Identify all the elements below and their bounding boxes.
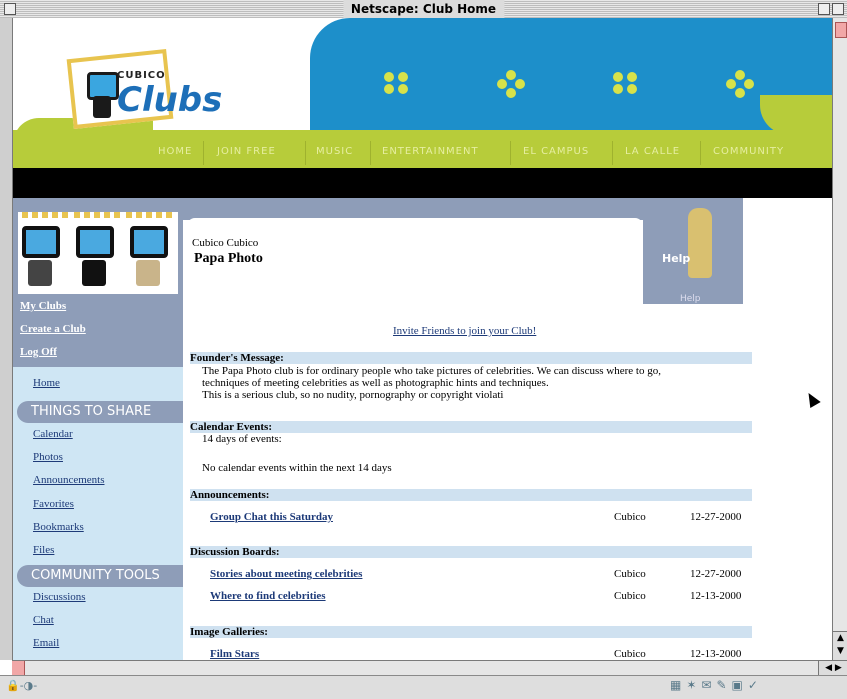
nav-divider xyxy=(203,141,204,165)
link-bookmarks[interactable]: Bookmarks xyxy=(33,521,84,533)
mascot-icon xyxy=(22,226,60,258)
section-things-to-share: THINGS TO SHARE xyxy=(17,401,183,423)
announcement-date: 12-27-2000 xyxy=(690,511,742,523)
flower-icon xyxy=(726,70,754,98)
link-email[interactable]: Email xyxy=(33,637,59,649)
club-owner: Cubico Cubico xyxy=(192,237,259,249)
scroll-thumb[interactable] xyxy=(835,22,847,38)
flower-icon xyxy=(384,70,412,98)
announcement-author: Cubico xyxy=(614,511,646,523)
nav-community[interactable]: COMMUNITY xyxy=(713,146,784,157)
nav-la-calle[interactable]: LA CALLE xyxy=(625,146,680,157)
nav-divider xyxy=(370,141,371,165)
nav-divider xyxy=(612,141,613,165)
logo-mascot-body xyxy=(93,96,111,118)
horizontal-scrollbar[interactable] xyxy=(12,660,832,675)
calendar-events-header: Calendar Events: xyxy=(190,421,752,433)
link-discussions[interactable]: Discussions xyxy=(33,591,86,603)
flower-icon xyxy=(613,70,641,98)
crown-decoration xyxy=(74,212,122,218)
nav-el-campus[interactable]: EL CAMPUS xyxy=(523,146,589,157)
founders-line: techniques of meeting celebrities as wel… xyxy=(202,377,549,389)
announcements-header: Announcements: xyxy=(190,489,752,501)
nav-home[interactable]: HOME xyxy=(158,146,192,157)
link-favorites[interactable]: Favorites xyxy=(33,498,74,510)
help-person-icon[interactable] xyxy=(688,208,712,278)
calendar-subtitle: 14 days of events: xyxy=(202,433,282,445)
link-announcements[interactable]: Announcements xyxy=(33,474,104,486)
discussion-link[interactable]: Stories about meeting celebrities xyxy=(210,568,362,580)
help-caption: Help xyxy=(680,294,701,304)
link-calendar[interactable]: Calendar xyxy=(33,428,73,440)
image-galleries-header: Image Galleries: xyxy=(190,626,752,638)
nav-divider xyxy=(700,141,701,165)
link-create-club[interactable]: Create a Club xyxy=(20,323,86,335)
scroll-cap[interactable] xyxy=(12,661,25,675)
link-chat[interactable]: Chat xyxy=(33,614,54,626)
discussion-date: 12-13-2000 xyxy=(690,590,742,602)
calendar-empty: No calendar events within the next 14 da… xyxy=(202,462,392,474)
vertical-scrollbar[interactable]: ▲ ▼ xyxy=(832,18,847,660)
flower-icon xyxy=(497,70,525,98)
founders-line: The Papa Photo club is for ordinary peop… xyxy=(202,365,661,377)
help-label[interactable]: Help xyxy=(662,252,690,265)
link-log-off[interactable]: Log Off xyxy=(20,346,57,358)
mascot-body xyxy=(82,260,106,286)
discussion-author: Cubico xyxy=(614,568,646,580)
mascot-icon xyxy=(76,226,114,258)
window-titlebar[interactable]: Netscape: Club Home xyxy=(0,0,847,19)
announcement-link[interactable]: Group Chat this Saturday xyxy=(210,511,333,523)
mascot-icon xyxy=(130,226,168,258)
scroll-arrows[interactable]: ▲ ▼ xyxy=(833,631,847,660)
link-photos[interactable]: Photos xyxy=(33,451,63,463)
section-community-tools: COMMUNITY TOOLS xyxy=(17,565,183,587)
security-icon[interactable]: 🔒-◑- xyxy=(6,679,37,692)
close-box-icon[interactable] xyxy=(4,3,16,15)
founders-message-header: Founder's Message: xyxy=(190,352,752,364)
nav-join-free[interactable]: JOIN FREE xyxy=(217,146,276,157)
zoom-box-icon[interactable] xyxy=(818,3,830,15)
mascot-body xyxy=(136,260,160,286)
gallery-author: Cubico xyxy=(614,648,646,660)
window-title: Netscape: Club Home xyxy=(342,0,505,18)
link-my-clubs[interactable]: My Clubs xyxy=(20,300,66,312)
black-band xyxy=(13,168,832,198)
discussion-date: 12-27-2000 xyxy=(690,568,742,580)
nav-divider xyxy=(510,141,511,165)
collapse-box-icon[interactable] xyxy=(832,3,844,15)
link-home[interactable]: Home xyxy=(33,377,60,389)
gallery-date: 12-13-2000 xyxy=(690,648,742,660)
invite-friends-link[interactable]: Invite Friends to join your Club! xyxy=(393,325,536,337)
nav-divider xyxy=(305,141,306,165)
crown-decoration xyxy=(22,212,70,218)
crown-decoration xyxy=(126,212,174,218)
nav-music[interactable]: MUSIC xyxy=(316,146,353,157)
sidebar-mascots xyxy=(18,212,178,294)
horizontal-scroll-arrows[interactable]: ◀ ▶ xyxy=(818,660,847,676)
mascot-body xyxy=(28,260,52,286)
taskbar-icons[interactable]: ▦✶✉✎▣✓ xyxy=(670,678,763,692)
discussion-boards-header: Discussion Boards: xyxy=(190,546,752,558)
link-files[interactable]: Files xyxy=(33,544,54,556)
nav-entertainment[interactable]: ENTERTAINMENT xyxy=(382,146,479,157)
gallery-link[interactable]: Film Stars xyxy=(210,648,259,660)
discussion-link[interactable]: Where to find celebrities xyxy=(210,590,326,602)
logo-brand-large[interactable]: Clubs xyxy=(117,80,222,120)
club-name: Papa Photo xyxy=(194,251,263,266)
discussion-author: Cubico xyxy=(614,590,646,602)
left-frame-border xyxy=(0,18,13,660)
founders-line: This is a serious club, so no nudity, po… xyxy=(202,389,504,401)
